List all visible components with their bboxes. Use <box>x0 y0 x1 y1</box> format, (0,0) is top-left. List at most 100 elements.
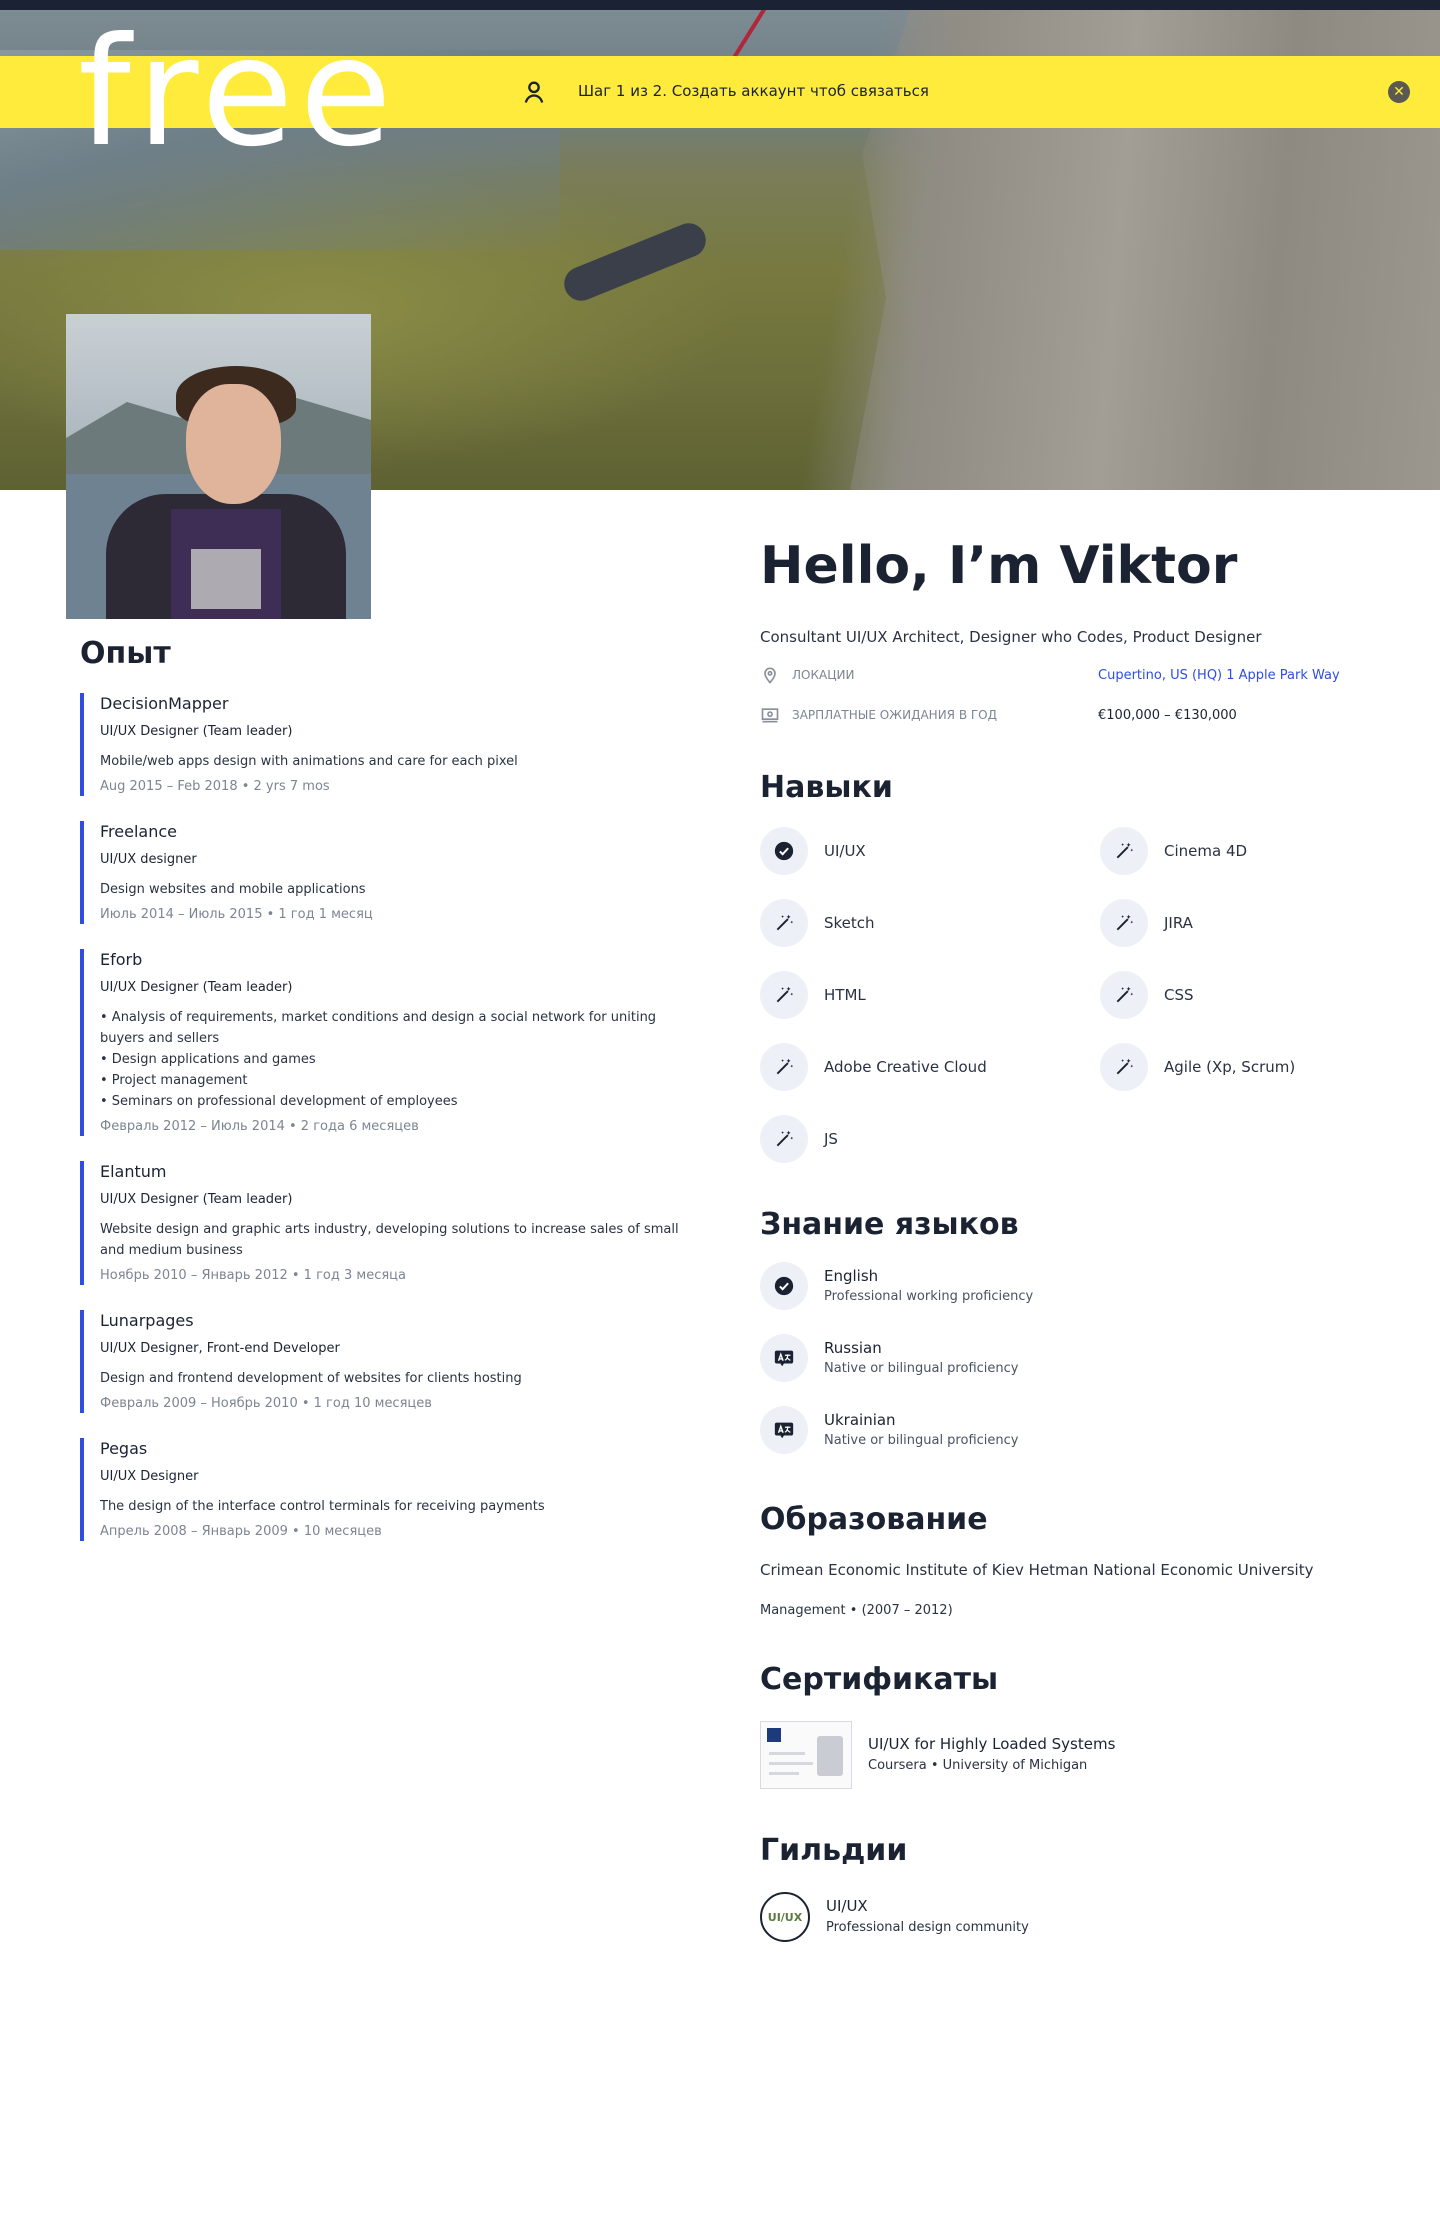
cover-jumper <box>559 218 711 306</box>
experience-section: Опыт DecisionMapper UI/UX Designer (Team … <box>80 636 680 1566</box>
skills-section: Навыки UI/UX Cinema 4D Sketch JIRA HTML CSS Ad… <box>760 770 1380 1163</box>
certificates-heading: Сертификаты <box>760 1662 999 1697</box>
experience-heading: Опыт <box>80 636 171 671</box>
job-description-line: Website design and graphic arts industry… <box>100 1222 679 1258</box>
translate-icon <box>760 1406 808 1454</box>
magic-wand-icon <box>760 971 808 1019</box>
skill-item[interactable]: Agile (Xp, Scrum) <box>1100 1043 1380 1091</box>
translate-icon <box>760 1334 808 1382</box>
job-role: UI/UX Designer (Team leader) <box>100 1192 293 1207</box>
skill-item[interactable]: Cinema 4D <box>1100 827 1380 875</box>
job-description-line: The design of the interface control term… <box>100 1499 545 1514</box>
certificates-section: Сертификаты UI/UX for Highly Loaded Syst… <box>760 1662 1380 1789</box>
job-period: Февраль 2009 – Ноябрь 2010 • 1 год 10 ме… <box>100 1396 432 1411</box>
magic-wand-icon <box>760 1115 808 1163</box>
job-role: UI/UX Designer (Team leader) <box>100 980 293 995</box>
skill-item[interactable]: Sketch <box>760 899 1100 947</box>
language-level: Professional working proficiency <box>824 1289 1034 1304</box>
skill-item[interactable]: JIRA <box>1100 899 1380 947</box>
job-description: The design of the interface control term… <box>100 1496 680 1517</box>
skill-name: HTML <box>824 986 866 1004</box>
check-icon <box>760 1262 808 1310</box>
job-item: DecisionMapper UI/UX Designer (Team leade… <box>80 693 680 796</box>
profile-main: Hello, I’m Viktor Consultant UI/UX Archi… <box>760 530 1380 1942</box>
skill-name: JIRA <box>1164 914 1193 932</box>
brand-logo[interactable]: free <box>78 18 398 168</box>
language-item: Ukrainian Native or bilingual proficiency <box>760 1402 1380 1458</box>
location-pin-icon <box>764 667 776 684</box>
job-company[interactable]: Lunarpages <box>100 1310 680 1332</box>
education-degree: Management • (2007 – 2012) <box>760 1603 953 1618</box>
job-item: Pegas UI/UX Designer The design of the int… <box>80 1438 680 1541</box>
job-description-line: • Seminars on professional development o… <box>100 1094 458 1109</box>
job-company[interactable]: DecisionMapper <box>100 693 680 715</box>
guilds-heading: Гильдии <box>760 1833 908 1868</box>
job-role: UI/UX Designer <box>100 1469 199 1484</box>
magic-wand-icon <box>1100 971 1148 1019</box>
salary-row: ЗАРПЛАТНЫЕ ОЖИДАНИЯ В ГОД €100,000 – €13… <box>760 704 1380 726</box>
job-item: Elantum UI/UX Designer (Team leader) Websi… <box>80 1161 680 1285</box>
skill-item[interactable]: Adobe Creative Cloud <box>760 1043 1100 1091</box>
guild-item[interactable]: UI/UX UI/UX Professional design communit… <box>760 1892 1380 1942</box>
language-item: English Professional working proficiency <box>760 1258 1380 1314</box>
skills-heading: Навыки <box>760 770 893 805</box>
skill-item[interactable]: HTML <box>760 971 1100 1019</box>
guild-logo: UI/UX <box>760 1892 810 1942</box>
job-role: UI/UX designer <box>100 852 197 867</box>
skill-name: CSS <box>1164 986 1194 1004</box>
check-icon <box>760 827 808 875</box>
job-description-line: Design and frontend development of websi… <box>100 1371 522 1386</box>
job-item: Lunarpages UI/UX Designer, Front-end Deve… <box>80 1310 680 1413</box>
languages-section: Знание языков English Professional workin… <box>760 1207 1380 1458</box>
languages-heading: Знание языков <box>760 1207 1019 1242</box>
certificate-source: Coursera • University of Michigan <box>868 1758 1088 1773</box>
certificate-name: UI/UX for Highly Loaded Systems <box>868 1735 1116 1753</box>
skill-item[interactable]: UI/UX <box>760 827 1100 875</box>
skill-name: UI/UX <box>824 842 866 860</box>
job-item: Freelance UI/UX designer Design websites a… <box>80 821 680 924</box>
close-icon[interactable]: ✕ <box>1388 81 1410 103</box>
job-company[interactable]: Pegas <box>100 1438 680 1460</box>
salary-icon <box>761 708 779 723</box>
skill-name: JS <box>824 1130 838 1148</box>
job-list: DecisionMapper UI/UX Designer (Team leade… <box>80 693 680 1541</box>
signup-notice-text[interactable]: Шаг 1 из 2. Создать аккаунт чтоб связать… <box>578 82 929 100</box>
magic-wand-icon <box>1100 1043 1148 1091</box>
location-row: ЛОКАЦИИ Cupertino, US (HQ) 1 Apple Park … <box>760 664 1380 686</box>
skill-item[interactable]: CSS <box>1100 971 1380 1019</box>
magic-wand-icon <box>760 1043 808 1091</box>
skill-name: Agile (Xp, Scrum) <box>1164 1058 1296 1076</box>
job-description: Design websites and mobile applications <box>100 879 680 900</box>
job-description: • Analysis of requirements, market condi… <box>100 1007 680 1112</box>
magic-wand-icon <box>1100 827 1148 875</box>
language-list: English Professional working proficiency R… <box>760 1258 1380 1458</box>
profile-title: Consultant UI/UX Architect, Designer who… <box>760 628 1262 646</box>
skill-item[interactable]: JS <box>760 1115 1100 1163</box>
job-period: Ноябрь 2010 – Январь 2012 • 1 год 3 меся… <box>100 1268 406 1283</box>
job-company[interactable]: Eforb <box>100 949 680 971</box>
job-description-line: Mobile/web apps design with animations a… <box>100 754 518 769</box>
certificate-thumbnail[interactable] <box>760 1721 852 1789</box>
job-company[interactable]: Elantum <box>100 1161 680 1183</box>
language-level: Native or bilingual proficiency <box>824 1361 1019 1376</box>
job-description: Mobile/web apps design with animations a… <box>100 751 680 772</box>
job-role: UI/UX Designer, Front-end Developer <box>100 1341 340 1356</box>
job-company[interactable]: Freelance <box>100 821 680 843</box>
salary-label: ЗАРПЛАТНЫЕ ОЖИДАНИЯ В ГОД <box>792 708 998 722</box>
magic-wand-icon <box>1100 899 1148 947</box>
guilds-section: Гильдии UI/UX UI/UX Professional design … <box>760 1833 1380 1942</box>
job-description: Website design and graphic arts industry… <box>100 1219 680 1261</box>
avatar <box>66 314 371 619</box>
certificate-item[interactable]: UI/UX for Highly Loaded Systems Coursera… <box>760 1721 1380 1789</box>
salary-value: €100,000 – €130,000 <box>1098 707 1237 723</box>
skill-name: Cinema 4D <box>1164 842 1248 860</box>
job-period: Июль 2014 – Июль 2015 • 1 год 1 месяц <box>100 907 373 922</box>
skills-grid: UI/UX Cinema 4D Sketch JIRA HTML CSS Adobe Cre… <box>760 827 1380 1163</box>
user-icon <box>524 81 544 103</box>
location-link[interactable]: Cupertino, US (HQ) 1 Apple Park Way <box>1098 668 1340 683</box>
magic-wand-icon <box>760 899 808 947</box>
job-description-line: • Design applications and games <box>100 1052 316 1067</box>
education-heading: Образование <box>760 1502 988 1537</box>
skill-name: Sketch <box>824 914 875 932</box>
language-name: Ukrainian <box>824 1411 896 1429</box>
